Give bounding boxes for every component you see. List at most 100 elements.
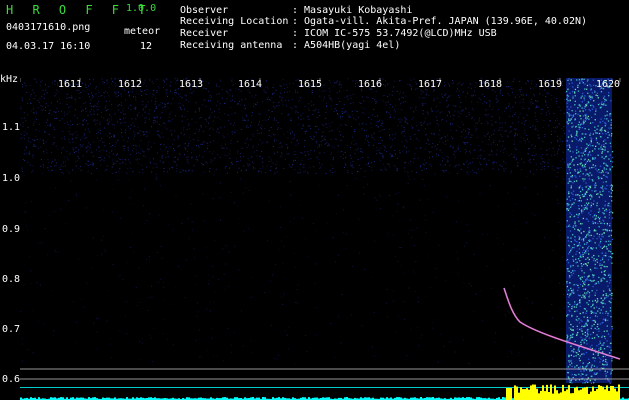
burst-speck	[569, 216, 571, 218]
noise-speck	[226, 147, 228, 149]
noise-speck	[68, 172, 70, 174]
noise-speck	[57, 117, 59, 119]
noise-speck	[490, 143, 492, 145]
noise-speck	[394, 116, 395, 118]
noise-speck	[221, 97, 223, 99]
noise-speck	[373, 86, 375, 88]
burst-speck	[607, 314, 609, 317]
noise-speck	[236, 161, 238, 163]
noise-speck	[150, 161, 152, 163]
noise-speck	[387, 316, 388, 318]
audio-bar	[576, 386, 578, 400]
noise-speck	[70, 180, 72, 182]
burst-speck	[589, 95, 591, 97]
noise-speck	[266, 141, 268, 143]
noise-speck	[487, 122, 489, 124]
burst-speck	[569, 225, 571, 228]
noise-speck	[465, 149, 467, 151]
noise-speck	[453, 154, 455, 156]
noise-speck	[258, 113, 260, 114]
noise-speck	[502, 152, 504, 154]
noise-speck	[109, 114, 111, 116]
noise-speck	[159, 160, 161, 162]
burst-speck	[608, 191, 610, 193]
noise-speck	[514, 114, 516, 115]
noise-speck	[503, 170, 505, 172]
noise-speck	[406, 152, 407, 154]
burst-speck	[572, 203, 574, 205]
noise-speck	[240, 128, 242, 130]
noise-speck	[515, 133, 516, 135]
noise-speck	[157, 252, 159, 253]
noise-speck	[558, 222, 560, 223]
noise-speck	[494, 144, 496, 146]
burst-speck	[591, 375, 593, 377]
audio-bar	[558, 393, 560, 400]
noise-speck	[128, 179, 130, 181]
noise-speck	[388, 164, 390, 165]
burst-speck	[577, 331, 579, 334]
burst-speck	[601, 104, 604, 106]
noise-speck	[356, 111, 358, 112]
noise-speck	[196, 231, 198, 233]
noise-speck	[36, 119, 38, 120]
noise-speck	[63, 166, 65, 167]
burst-speck	[582, 362, 584, 364]
noise-speck	[294, 91, 296, 93]
noise-speck	[510, 108, 512, 110]
noise-speck	[520, 99, 522, 101]
noise-speck	[35, 135, 37, 137]
noise-speck	[83, 119, 85, 120]
noise-speck	[334, 171, 336, 173]
noise-speck	[411, 125, 413, 127]
noise-speck	[174, 161, 176, 163]
noise-speck	[140, 135, 142, 137]
noise-speck	[517, 269, 519, 271]
noise-speck	[227, 252, 229, 254]
burst-speck	[605, 171, 607, 173]
noise-speck	[449, 85, 450, 87]
burst-speck	[572, 290, 574, 292]
noise-speck	[557, 151, 559, 153]
noise-speck	[491, 134, 492, 136]
noise-speck	[54, 79, 56, 81]
burst-speck	[571, 336, 574, 338]
noise-speck	[288, 326, 290, 328]
noise-speck	[383, 123, 385, 125]
noise-speck	[347, 172, 349, 174]
noise-speck	[318, 144, 320, 146]
burst-speck	[604, 139, 606, 141]
noise-speck	[211, 337, 213, 339]
noise-speck	[394, 134, 396, 136]
noise-speck	[244, 120, 246, 121]
noise-speck	[234, 245, 236, 247]
noise-speck	[288, 164, 290, 166]
noise-speck	[355, 119, 357, 121]
burst-speck	[578, 208, 580, 210]
burst-speck	[611, 187, 613, 189]
burst-speck	[586, 207, 588, 209]
noise-speck	[286, 84, 288, 86]
burst-speck	[583, 308, 586, 310]
noise-speck	[99, 156, 101, 158]
noise-speck	[454, 157, 456, 159]
noise-speck	[495, 162, 497, 164]
noise-speck	[308, 118, 310, 120]
audio-bar	[518, 392, 520, 400]
noise-speck	[178, 93, 180, 95]
audio-bar	[610, 385, 612, 400]
noise-speck	[564, 92, 566, 93]
noise-speck	[34, 145, 36, 147]
burst-speck	[583, 379, 586, 381]
burst-speck	[584, 83, 586, 85]
noise-speck	[397, 125, 399, 127]
noise-speck	[410, 138, 412, 140]
noise-speck	[529, 170, 531, 172]
noise-speck	[213, 174, 215, 176]
burst-speck	[606, 363, 608, 365]
noise-speck	[345, 164, 347, 166]
burst-speck	[587, 79, 589, 81]
noise-speck	[485, 115, 487, 117]
noise-speck	[342, 136, 344, 138]
noise-speck	[287, 114, 289, 115]
